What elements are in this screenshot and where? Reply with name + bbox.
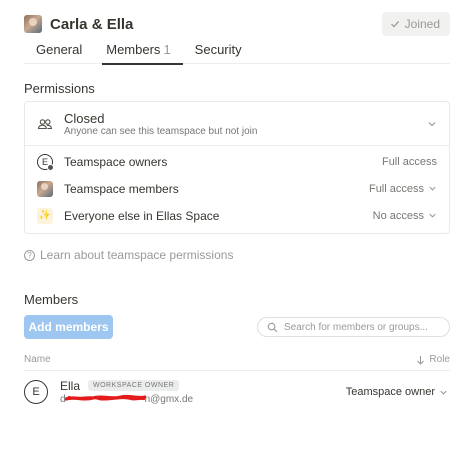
table-row: E Ella WORKSPACE OWNER d n@gmx.de Teamspa… [24, 373, 450, 411]
permission-label-members: Teamspace members [64, 181, 179, 196]
redaction-scribble [65, 394, 146, 401]
member-role-dropdown[interactable]: Teamspace owner [346, 386, 448, 398]
permission-access-everyone-dropdown[interactable]: No access [373, 210, 437, 222]
permission-label-everyone: Everyone else in Ellas Space [64, 208, 220, 223]
learn-permissions-text: Learn about teamspace permissions [40, 248, 234, 262]
member-avatar-letter: E [32, 386, 40, 398]
permission-row-owners: E Teamspace owners Full access [25, 148, 449, 175]
permission-label-owners: Teamspace owners [64, 154, 168, 169]
chevron-down-icon [429, 186, 436, 191]
sort-arrow-down-icon [417, 355, 425, 365]
people-icon [37, 119, 53, 130]
search-icon [267, 322, 278, 332]
member-avatar: E [24, 380, 48, 404]
access-level-dropdown[interactable]: Closed Anyone can see this teamspace but… [25, 102, 449, 146]
teamspace-title: Carla & Ella [50, 15, 134, 33]
add-members-button[interactable]: Add members [24, 315, 113, 339]
chevron-down-icon [440, 390, 447, 395]
teamspace-icon [24, 15, 42, 33]
members-table-header: Name Role [24, 351, 450, 371]
tab-members[interactable]: Members 1 [94, 37, 184, 65]
permission-access-members-text: Full access [368, 182, 424, 195]
joined-label: Joined [404, 17, 440, 31]
permission-access-everyone-text: No access [372, 209, 424, 222]
check-icon [390, 20, 399, 28]
tab-members-label: Members [106, 42, 161, 57]
member-role-text: Teamspace owner [345, 386, 435, 398]
permission-access-members-dropdown[interactable]: Full access [369, 183, 437, 195]
member-name: Ella [60, 379, 81, 393]
chevron-down-icon [429, 213, 436, 218]
tab-security[interactable]: Security [183, 37, 254, 64]
member-email-suffix: n@gmx.de [144, 394, 194, 405]
tab-bar: General Members 1 Security [24, 37, 450, 65]
permission-row-members: Teamspace members Full access [25, 175, 449, 202]
tab-general-label: General [36, 42, 83, 57]
column-role-header[interactable]: Role [416, 354, 450, 365]
help-icon: ? [24, 249, 35, 261]
access-level-label: Closed [64, 111, 105, 126]
members-heading: Members [24, 292, 79, 307]
permissions-panel: Closed Anyone can see this teamspace but… [24, 101, 450, 234]
workspace-owner-badge: WORKSPACE OWNER [88, 380, 180, 391]
permission-access-owners: Full access [382, 156, 437, 168]
teamspace-members-icon [37, 180, 53, 197]
learn-permissions-link[interactable]: ? Learn about teamspace permissions [24, 248, 233, 262]
owner-badge-icon [47, 163, 54, 171]
permission-row-everyone: ✨ Everyone else in Ellas Space No access [25, 202, 449, 229]
member-search[interactable] [257, 317, 450, 337]
teamspace-header: Carla & Ella Joined [24, 12, 450, 36]
joined-button[interactable]: Joined [381, 12, 450, 36]
access-level-description: Anyone can see this teamspace but not jo… [64, 126, 258, 137]
tab-security-label: Security [194, 42, 242, 57]
sparkle-icon: ✨ [37, 207, 53, 224]
permissions-heading: Permissions [24, 81, 95, 96]
member-search-input[interactable] [284, 321, 444, 333]
owner-avatar: E [37, 153, 54, 171]
chevron-down-icon [428, 122, 436, 127]
column-role-label: Role [429, 354, 450, 365]
permission-access-owners-text: Full access [381, 155, 437, 168]
tab-members-count: 1 [163, 42, 171, 57]
column-name-header: Name [24, 354, 51, 365]
tab-general[interactable]: General [24, 37, 94, 64]
